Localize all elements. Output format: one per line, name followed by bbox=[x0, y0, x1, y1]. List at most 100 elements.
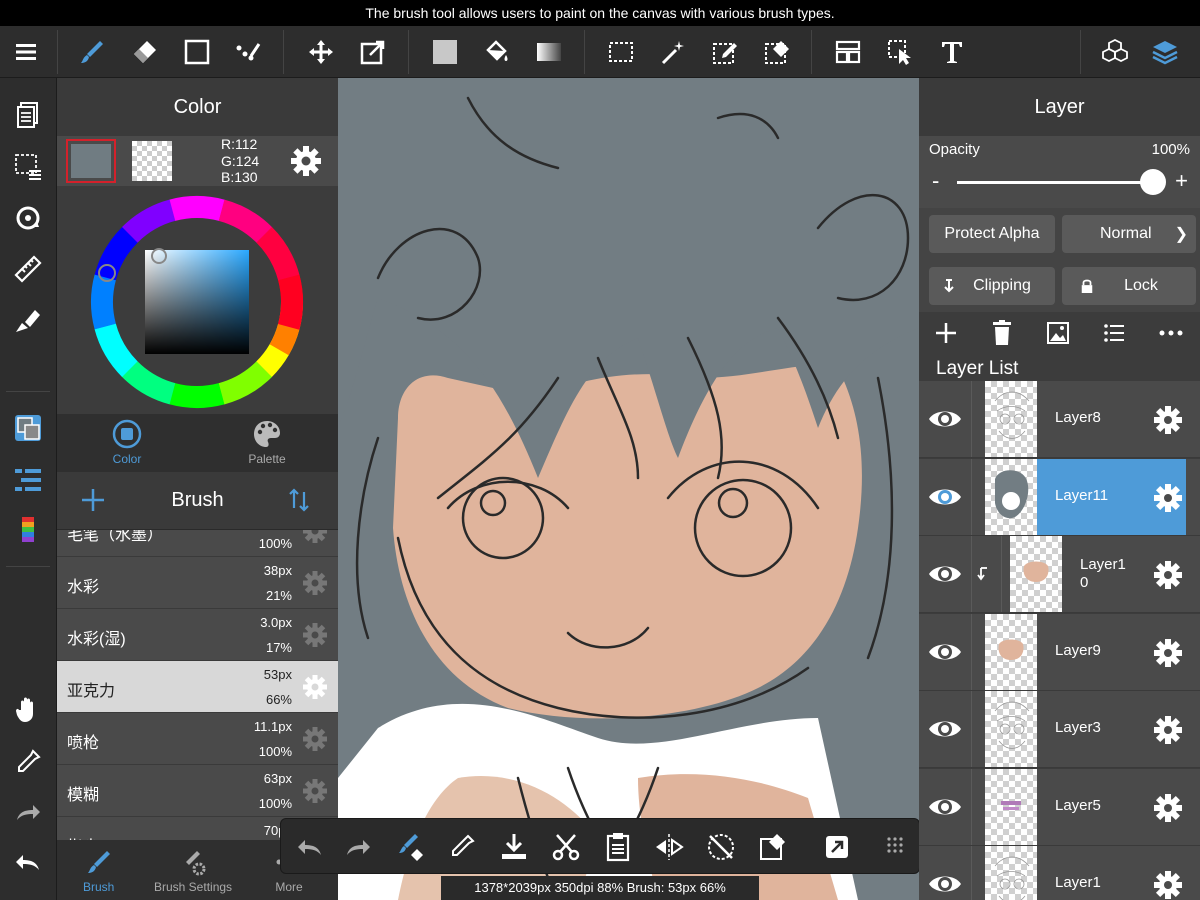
frame-icon[interactable] bbox=[830, 34, 866, 70]
hand-icon[interactable] bbox=[8, 690, 48, 730]
add-layer-icon[interactable] bbox=[930, 317, 962, 349]
paste-icon[interactable] bbox=[602, 831, 634, 863]
eye-icon[interactable] bbox=[927, 636, 963, 668]
eye-icon[interactable] bbox=[927, 713, 963, 745]
move-icon[interactable] bbox=[303, 34, 339, 70]
transform-icon[interactable] bbox=[355, 34, 391, 70]
brush-item[interactable]: 水彩 38px 21% bbox=[57, 557, 338, 609]
grip-icon[interactable] bbox=[879, 831, 911, 863]
ruler-icon[interactable] bbox=[8, 249, 48, 289]
tab-color[interactable]: Color bbox=[57, 418, 197, 466]
drawing-canvas[interactable] bbox=[338, 78, 919, 900]
add-image-layer-icon[interactable] bbox=[1042, 317, 1074, 349]
layer-row[interactable]: Layer9 bbox=[919, 613, 1200, 691]
eye-icon[interactable] bbox=[927, 403, 963, 435]
opacity-slider-knob[interactable] bbox=[1140, 169, 1166, 195]
layer-settings-gear-icon[interactable] bbox=[1153, 793, 1183, 823]
share-icon[interactable] bbox=[821, 831, 853, 863]
layer-row[interactable]: Layer5 bbox=[919, 768, 1200, 846]
more-options-icon[interactable] bbox=[1155, 317, 1187, 349]
dotline-icon[interactable] bbox=[231, 34, 267, 70]
layer-list-view-icon[interactable] bbox=[1098, 317, 1130, 349]
brush-item[interactable]: 水彩(湿) 3.0px 17% bbox=[57, 609, 338, 661]
eraser-icon[interactable] bbox=[127, 34, 163, 70]
select-eraser-icon[interactable] bbox=[759, 34, 795, 70]
add-brush-icon[interactable] bbox=[79, 486, 107, 514]
pages-icon[interactable] bbox=[8, 95, 48, 135]
select-move-icon[interactable] bbox=[882, 34, 918, 70]
brush-settings-gear-icon[interactable] bbox=[302, 570, 328, 596]
layer-settings-gear-icon[interactable] bbox=[1153, 638, 1183, 668]
eyedropper-icon[interactable] bbox=[8, 742, 48, 782]
color-swatch-icon[interactable] bbox=[8, 408, 48, 448]
bucket-icon[interactable] bbox=[479, 34, 515, 70]
tab-palette[interactable]: Palette bbox=[197, 418, 337, 466]
eyedropper-icon[interactable] bbox=[446, 831, 478, 863]
tab-brush[interactable]: Brush bbox=[83, 848, 114, 894]
layer-settings-gear-icon[interactable] bbox=[1153, 405, 1183, 435]
brush-icon[interactable] bbox=[74, 34, 110, 70]
save-icon[interactable] bbox=[498, 831, 530, 863]
redo-icon[interactable] bbox=[8, 793, 48, 833]
sub-color-swatch[interactable] bbox=[132, 141, 172, 181]
magic-wand-icon[interactable] bbox=[655, 34, 691, 70]
lock-button[interactable]: Lock bbox=[1062, 267, 1196, 305]
rotate-icon[interactable] bbox=[8, 198, 48, 238]
materials-icon[interactable] bbox=[1097, 34, 1133, 70]
undo-icon[interactable] bbox=[8, 843, 48, 883]
select-eraser-icon[interactable] bbox=[757, 831, 789, 863]
layers-icon[interactable] bbox=[1147, 34, 1183, 70]
color-wheel[interactable] bbox=[57, 186, 338, 414]
eye-icon[interactable] bbox=[927, 481, 963, 513]
opacity-plus-button[interactable]: + bbox=[1175, 168, 1188, 194]
layer-row[interactable]: Layer1 bbox=[919, 846, 1200, 900]
eye-icon[interactable] bbox=[927, 791, 963, 823]
brush-settings-gear-icon[interactable] bbox=[302, 726, 328, 752]
protect-alpha-button[interactable]: Protect Alpha bbox=[929, 215, 1055, 253]
flip-icon[interactable] bbox=[653, 831, 685, 863]
main-color-swatch[interactable] bbox=[66, 139, 116, 183]
layer-settings-gear-icon[interactable] bbox=[1153, 483, 1183, 513]
undo-icon[interactable] bbox=[293, 831, 325, 863]
brush-item[interactable]: 喷枪 11.1px 100% bbox=[57, 713, 338, 765]
select-pen-icon[interactable] bbox=[707, 34, 743, 70]
brush-settings-gear-icon[interactable] bbox=[302, 622, 328, 648]
selection-list-icon[interactable] bbox=[8, 146, 48, 186]
color-settings-gear-icon[interactable] bbox=[289, 144, 323, 178]
layer-row[interactable]: Layer3 bbox=[919, 691, 1200, 768]
eye-icon[interactable] bbox=[927, 868, 963, 900]
fill-color-icon[interactable] bbox=[427, 34, 463, 70]
brush-settings-gear-icon[interactable] bbox=[302, 530, 328, 544]
cut-icon[interactable] bbox=[550, 831, 582, 863]
layer-row[interactable]: Layer11 bbox=[919, 458, 1200, 536]
rect-icon[interactable] bbox=[179, 34, 215, 70]
text-icon[interactable] bbox=[934, 34, 970, 70]
blend-mode-button[interactable]: Normal ❯ bbox=[1062, 215, 1196, 253]
fill-pen-icon[interactable] bbox=[8, 301, 48, 341]
clipping-button[interactable]: Clipping bbox=[929, 267, 1055, 305]
brush-item[interactable]: 毛笔（水墨） 100% bbox=[57, 530, 338, 557]
layer-row[interactable]: Layer8 bbox=[919, 381, 1200, 458]
delete-layer-icon[interactable] bbox=[986, 317, 1018, 349]
select-rect-icon[interactable] bbox=[603, 34, 639, 70]
brush-item[interactable]: 模糊 63px 100% bbox=[57, 765, 338, 817]
layer-settings-gear-icon[interactable] bbox=[1153, 870, 1183, 900]
brush-settings-gear-icon[interactable] bbox=[302, 778, 328, 804]
brush-eraser-toggle-icon[interactable] bbox=[395, 831, 427, 863]
brush-list-icon[interactable] bbox=[8, 460, 48, 500]
menu-icon[interactable] bbox=[8, 34, 44, 70]
layer-row[interactable]: Layer1 0 bbox=[919, 536, 1200, 613]
tab-brush-settings[interactable]: Brush Settings bbox=[154, 848, 232, 894]
gradient-icon[interactable] bbox=[531, 34, 567, 70]
layer-settings-gear-icon[interactable] bbox=[1153, 560, 1183, 590]
eye-icon[interactable] bbox=[927, 558, 963, 590]
layer-settings-gear-icon[interactable] bbox=[1153, 715, 1183, 745]
opacity-slider[interactable] bbox=[957, 169, 1166, 195]
opacity-minus-button[interactable]: - bbox=[932, 168, 939, 194]
redo-icon[interactable] bbox=[343, 831, 375, 863]
brush-settings-gear-icon[interactable] bbox=[302, 674, 328, 700]
sort-icon[interactable] bbox=[287, 486, 311, 514]
palette-strip-icon[interactable] bbox=[8, 510, 48, 550]
deselect-icon[interactable] bbox=[705, 831, 737, 863]
brush-item[interactable]: 亚克力 53px 66% bbox=[57, 661, 338, 713]
